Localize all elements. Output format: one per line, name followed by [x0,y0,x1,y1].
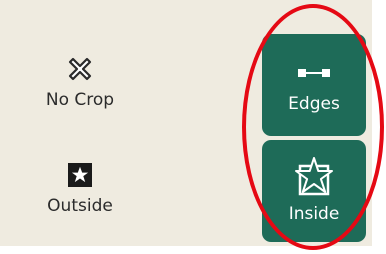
panel-margin-right [372,0,386,254]
star-outside-icon [66,160,94,190]
panel-margin-bottom [0,246,372,254]
outside-button[interactable]: Outside [28,160,132,232]
x-crop-icon [66,54,94,84]
inside-label: Inside [288,204,340,224]
outside-label: Outside [47,196,113,216]
star-inside-icon [294,154,334,200]
no-crop-button[interactable]: No Crop [28,54,132,126]
no-crop-label: No Crop [45,90,115,110]
edges-label: Edges [288,94,340,114]
inside-button[interactable]: Inside [262,140,366,242]
edges-line-icon [297,64,331,82]
edges-button[interactable]: Edges [262,34,366,136]
